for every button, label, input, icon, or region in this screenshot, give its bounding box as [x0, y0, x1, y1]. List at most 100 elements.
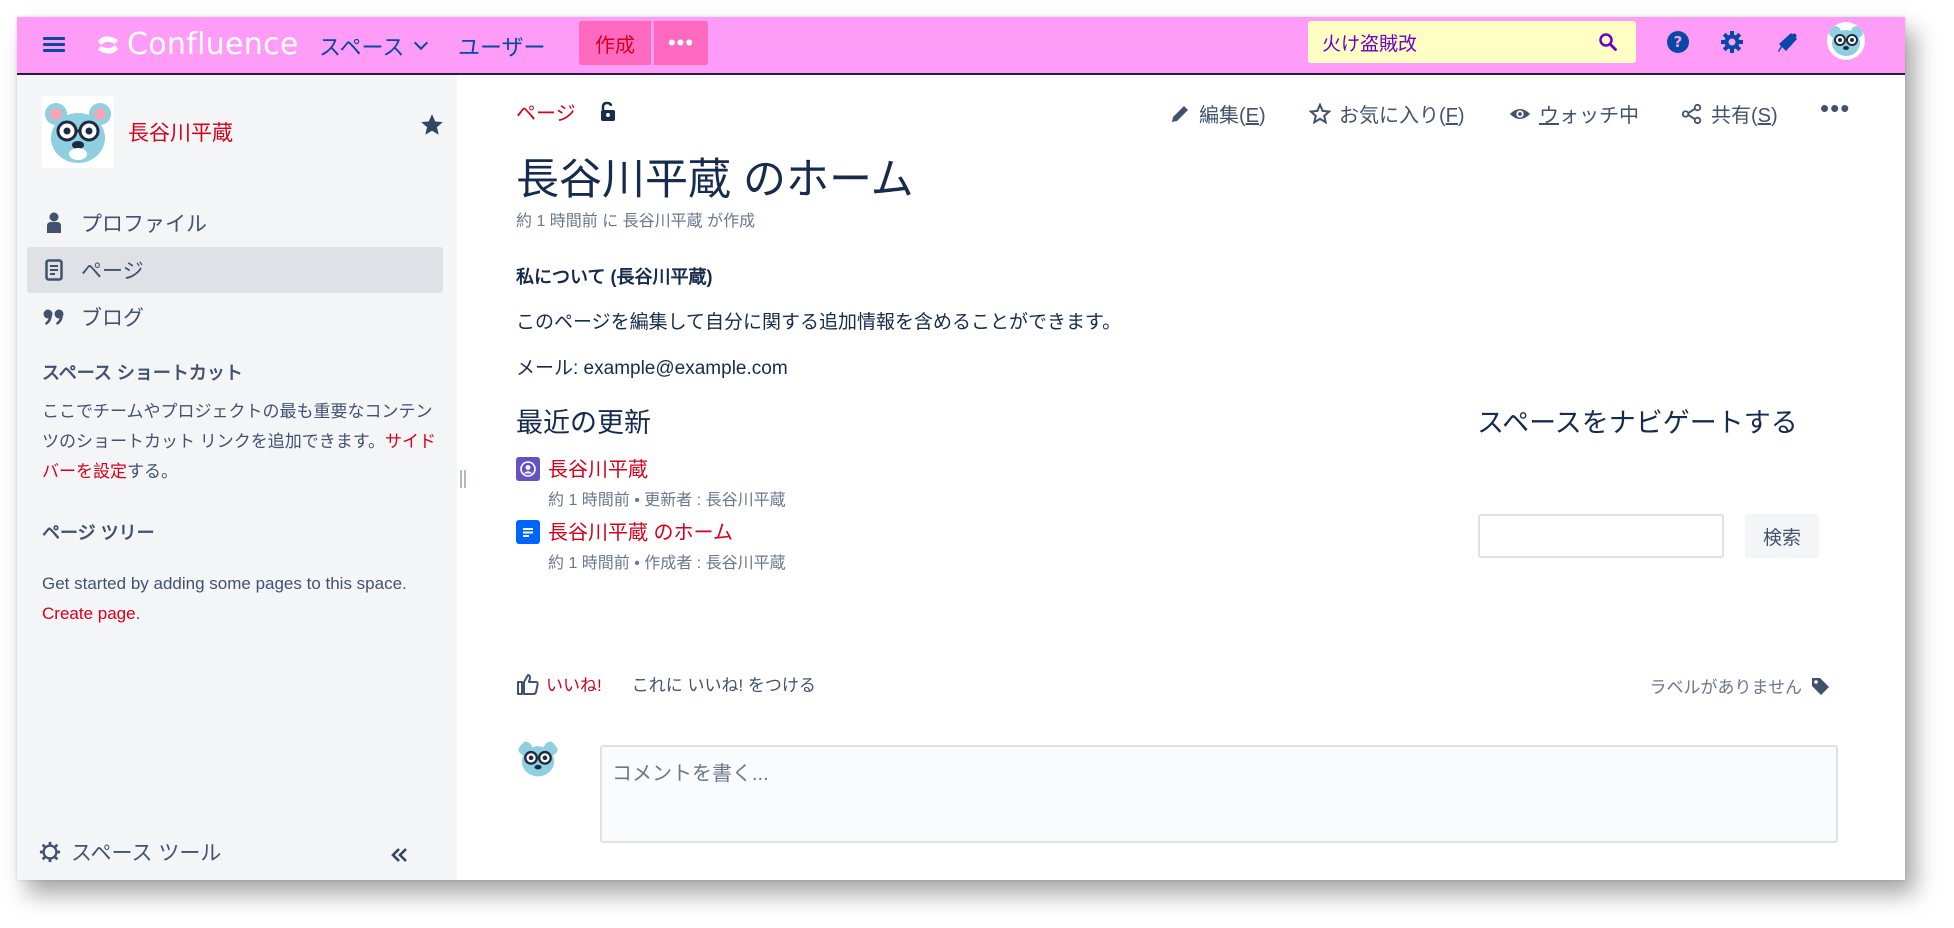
- star-icon[interactable]: [419, 112, 445, 138]
- favorite-label-close: ): [1457, 105, 1465, 127]
- sidebar-item-label: ページ: [81, 260, 144, 283]
- thumbs-up-icon[interactable]: [516, 672, 540, 696]
- breadcrumb: ページ: [516, 97, 618, 126]
- sidebar-item-blog[interactable]: ブログ: [27, 294, 443, 340]
- nav-users-label: ユーザー: [458, 35, 546, 60]
- update-meta: 約 1 時間前 • 作成者 : 長谷川平蔵: [548, 555, 786, 572]
- watch-label-key: ウ: [1539, 105, 1559, 127]
- shortcuts-description: ここでチームやプロジェクトの最も重要なコンテンツのショートカット リンクを追加で…: [42, 397, 437, 487]
- space-search-input[interactable]: [1478, 514, 1724, 558]
- space-name-link[interactable]: 長谷川平蔵: [128, 117, 233, 147]
- watch-button[interactable]: ウォッチ中: [1509, 99, 1639, 128]
- watch-label-text: ォッチ中: [1559, 105, 1639, 127]
- confluence-window: Confluence スペース ユーザー 作成 ••• 火け盗賊改 ? 長谷川平…: [17, 17, 1905, 880]
- about-heading: 私について (長谷川平蔵): [516, 267, 713, 287]
- unlock-icon[interactable]: [598, 101, 618, 123]
- list-item: 長谷川平蔵 約 1 時間前 • 更新者 : 長谷川平蔵: [516, 453, 786, 510]
- sidebar-item-pages[interactable]: ページ: [27, 247, 443, 293]
- page-title: 長谷川平蔵 のホーム: [516, 156, 914, 204]
- list-item: 長谷川平蔵 のホーム 約 1 時間前 • 作成者 : 長谷川平蔵: [516, 516, 786, 573]
- help-icon[interactable]: ?: [1663, 27, 1693, 57]
- comment-avatar: [516, 737, 560, 781]
- labels-label: ラベルがありません: [1649, 678, 1803, 697]
- nav-users-link[interactable]: ユーザー: [458, 30, 546, 62]
- eye-icon: [1509, 108, 1531, 119]
- quote-icon: [43, 306, 65, 328]
- page-tree-text: Get started by adding some pages to this…: [42, 574, 407, 593]
- search-icon[interactable]: [1598, 32, 1618, 52]
- like-button[interactable]: いいね!: [546, 671, 602, 696]
- collapse-sidebar-icon[interactable]: [387, 843, 411, 867]
- sidebar-item-label: プロファイル: [81, 213, 207, 236]
- document-icon: [516, 520, 540, 544]
- star-outline-icon: [1309, 102, 1331, 124]
- page-tree-heading: ページ ツリー: [42, 523, 155, 543]
- edit-label-text: 編集(: [1199, 105, 1246, 127]
- update-entry: 長谷川平蔵 のホーム 約 1 時間前 • 作成者 : 長谷川平蔵: [548, 516, 786, 573]
- like-hint: これに いいね! をつける: [631, 676, 816, 695]
- confluence-logo[interactable]: Confluence: [95, 27, 299, 62]
- page-tree-period: .: [135, 604, 141, 623]
- more-actions-button[interactable]: •••: [1820, 93, 1850, 124]
- space-sidebar: 長谷川平蔵 プロファイル ページ ブログ スペース ショートカット ここでチーム…: [17, 75, 457, 880]
- space-header: 長谷川平蔵: [42, 96, 233, 168]
- update-meta: 約 1 時間前 • 更新者 : 長谷川平蔵: [548, 492, 786, 509]
- page-tree-description: Get started by adding some pages to this…: [42, 569, 437, 629]
- recent-updates-heading: 最近の更新: [516, 408, 651, 438]
- update-entry: 長谷川平蔵 約 1 時間前 • 更新者 : 長谷川平蔵: [548, 453, 786, 510]
- pencil-icon: [1172, 105, 1188, 122]
- favorite-button[interactable]: お気に入り(F): [1309, 99, 1465, 128]
- gear-icon: [39, 841, 61, 863]
- top-navigation-bar: Confluence スペース ユーザー 作成 ••• 火け盗賊改 ?: [17, 17, 1905, 75]
- create-button[interactable]: 作成: [579, 21, 651, 65]
- favorite-label-key: F: [1445, 105, 1458, 127]
- page-byline: 約 1 時間前 に 長谷川平蔵 が作成: [516, 213, 756, 230]
- like-row: いいね! これに いいね! をつける: [516, 671, 816, 696]
- create-more-button[interactable]: •••: [654, 21, 708, 65]
- share-label-close: ): [1771, 105, 1778, 127]
- edit-label: 編集(E): [1199, 99, 1266, 128]
- edit-button[interactable]: 編集(E): [1169, 99, 1266, 128]
- share-button[interactable]: 共有(S): [1681, 99, 1778, 128]
- svg-text:?: ?: [1674, 33, 1683, 51]
- notification-megaphone-icon[interactable]: [1773, 27, 1803, 57]
- watch-label: ウォッチ中: [1539, 99, 1639, 128]
- labels-button[interactable]: ラベルがありません: [1650, 673, 1831, 698]
- space-tools-label: スペース ツール: [71, 842, 222, 865]
- space-avatar[interactable]: [42, 96, 114, 168]
- create-page-link[interactable]: Create page: [42, 604, 136, 623]
- user-avatar[interactable]: [1827, 22, 1865, 60]
- share-label: 共有(S): [1711, 99, 1778, 128]
- favorite-label: お気に入り(F): [1339, 99, 1465, 128]
- tag-icon: [1812, 677, 1829, 695]
- sidebar-item-label: ブログ: [81, 307, 144, 330]
- chevron-down-icon: [414, 35, 429, 51]
- share-icon: [1681, 103, 1702, 124]
- page-icon: [43, 259, 65, 281]
- about-paragraph: このページを編集して自分に関する追加情報を含めることができます。: [516, 312, 1122, 333]
- profile-icon: [516, 457, 540, 481]
- favorite-label-text: お気に入り(: [1339, 105, 1446, 127]
- edit-label-close: ): [1259, 105, 1266, 127]
- nav-spaces-dropdown[interactable]: スペース: [319, 30, 429, 62]
- breadcrumb-pages-link[interactable]: ページ: [516, 97, 576, 126]
- person-icon: [43, 212, 65, 234]
- update-title-link[interactable]: 長谷川平蔵 のホーム: [548, 516, 786, 545]
- search-query: 火け盗賊改: [1322, 33, 1418, 55]
- shortcuts-heading: スペース ショートカット: [42, 363, 243, 383]
- logo-text: Confluence: [127, 27, 299, 62]
- search-input[interactable]: 火け盗賊改: [1308, 21, 1636, 63]
- nav-spaces-label: スペース: [319, 35, 405, 60]
- shortcuts-text: ここでチームやプロジェクトの最も重要なコンテンツのショートカット リンクを追加で…: [42, 402, 433, 451]
- comment-input[interactable]: コメントを書く...: [600, 745, 1838, 843]
- settings-gear-icon[interactable]: [1717, 27, 1747, 57]
- update-title-link[interactable]: 長谷川平蔵: [548, 453, 786, 482]
- sidebar-item-profile[interactable]: プロファイル: [27, 200, 443, 246]
- share-label-key: S: [1757, 105, 1772, 127]
- app-switcher-menu-icon[interactable]: [43, 34, 65, 56]
- edit-label-key: E: [1245, 105, 1260, 127]
- space-search-button[interactable]: 検索: [1745, 514, 1819, 558]
- space-tools-button[interactable]: スペース ツール: [39, 837, 221, 867]
- share-label-text: 共有(: [1711, 105, 1758, 127]
- navigate-space-heading: スペースをナビゲートする: [1477, 408, 1798, 438]
